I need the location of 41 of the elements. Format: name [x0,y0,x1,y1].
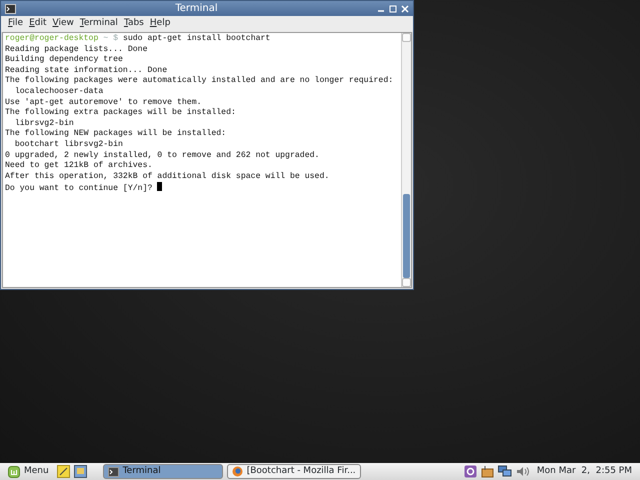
globe-icon [232,466,243,477]
terminal-line: Reading package lists... Done [5,44,148,55]
terminal-line: bootchart librsvg2-bin [14,140,124,151]
scrollbar[interactable] [401,33,411,287]
terminal-line: Do you want to continue [Y/n]? [5,184,152,194]
desktop-icon[interactable] [74,465,87,478]
menu-item[interactable]: Terminal [76,17,121,31]
terminal-line: roger@roger-desktop ~ $ sudo apt-get install bootchart [5,34,272,45]
terminal-icon [108,466,119,476]
mint-logo-icon [8,466,20,478]
terminal-line: The following extra packages will be installed: [5,108,237,119]
volume-icon[interactable] [516,465,529,478]
network-icon[interactable] [498,465,512,478]
terminal-line: Reading state information... Done [5,66,168,76]
terminal-icon[interactable] [5,4,16,14]
taskbar-button[interactable]: Terminal [102,464,223,479]
close-icon[interactable] [401,4,409,12]
menu-item[interactable]: Tabs [120,17,147,31]
package-icon[interactable] [480,465,494,478]
terminal-line: After this operation, 332kB of additional disk space will be used. [5,172,330,182]
terminal-line: Use 'apt-get autoremove' to remove them. [5,98,203,108]
terminal-line: Building dependency tree [5,55,124,66]
menu-item[interactable]: View [50,17,77,31]
terminal-line: localechooser-data [14,86,104,98]
terminal-line: librsvg2-bin [14,118,75,129]
menu-item[interactable]: File [5,17,26,31]
window-title: Terminal [174,2,219,16]
terminal-line: The following NEW packages will be installed: [5,129,228,140]
taskbar-button[interactable]: [Bootchart - Mozilla Fir... [226,464,361,479]
menu-item[interactable]: Edit [26,17,50,31]
terminal-line: The following packages were automatically installed and are no longer required: [5,76,394,87]
gear-icon[interactable] [464,465,477,478]
text-cursor [157,182,162,192]
scrollbar-thumb[interactable] [403,194,410,278]
notepad-icon[interactable] [56,465,70,478]
menu-button[interactable]: Menu [4,464,53,478]
menu-item[interactable]: Help [146,17,174,31]
maximize-icon[interactable] [389,4,397,12]
terminal-line: 0 upgraded, 2 newly installed, 0 to remove and 262 not upgraded. [5,150,320,161]
terminal-line: Need to get 121kB of archives. [5,161,154,172]
clock[interactable]: Mon Mar 2, 2:55 PM [532,464,636,478]
